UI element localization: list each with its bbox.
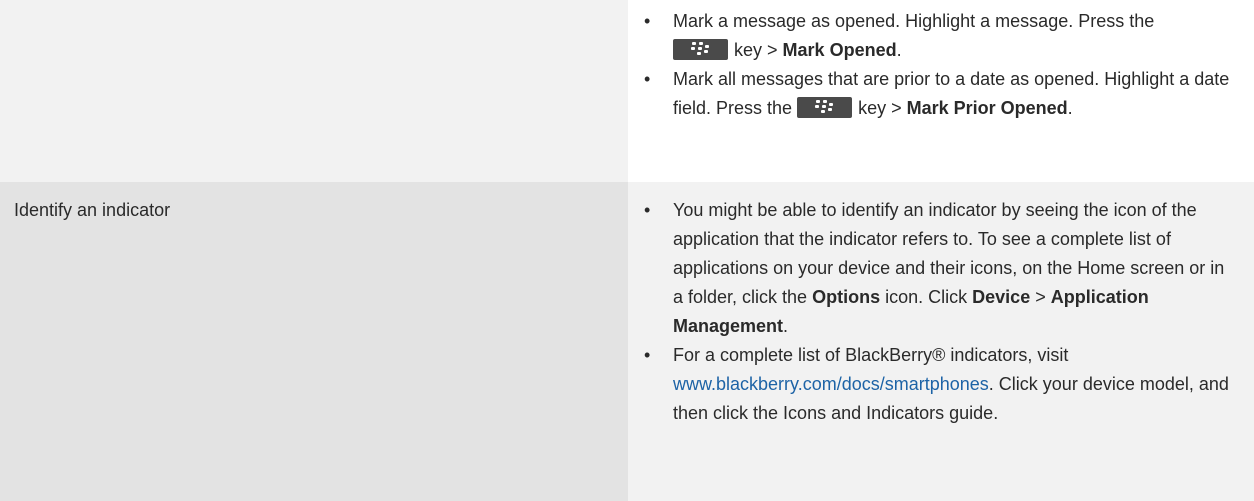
menu-command: Mark Prior Opened (906, 98, 1068, 118)
list-item: • For a complete list of BlackBerry® ind… (644, 341, 1234, 428)
options-label: Options (812, 287, 881, 307)
list-item: • Mark a message as opened. Highlight a … (644, 7, 1234, 65)
bullet-marker: • (644, 69, 651, 89)
bullet-marker: • (644, 11, 651, 31)
blackberry-menu-key-icon (673, 39, 728, 61)
list-item: • You might be able to identify an indic… (644, 196, 1234, 341)
task-cell: Identify an indicator (0, 182, 628, 501)
menu-command: Mark Opened (782, 40, 897, 60)
device-label: Device (972, 287, 1031, 307)
list-item: • Mark all messages that are prior to a … (644, 65, 1234, 123)
smartphones-docs-link[interactable]: www.blackberry.com/docs/smartphones (673, 374, 989, 394)
instructions-cell: • Mark a message as opened. Highlight a … (628, 0, 1254, 182)
task-cell (0, 0, 628, 182)
instruction-text: key > (734, 40, 778, 60)
table-row: Identify an indicator • You might be abl… (0, 182, 1254, 501)
blackberry-menu-key-icon (797, 97, 853, 119)
instruction-text: Mark a message as opened. Highlight a me… (673, 11, 1155, 31)
bullet-marker: • (644, 345, 651, 365)
help-table: • Mark a message as opened. Highlight a … (0, 0, 1254, 501)
table-row: • Mark a message as opened. Highlight a … (0, 0, 1254, 182)
instruction-text: key > (858, 98, 902, 118)
instructions-cell: • You might be able to identify an indic… (628, 182, 1254, 501)
bullet-marker: • (644, 200, 651, 220)
